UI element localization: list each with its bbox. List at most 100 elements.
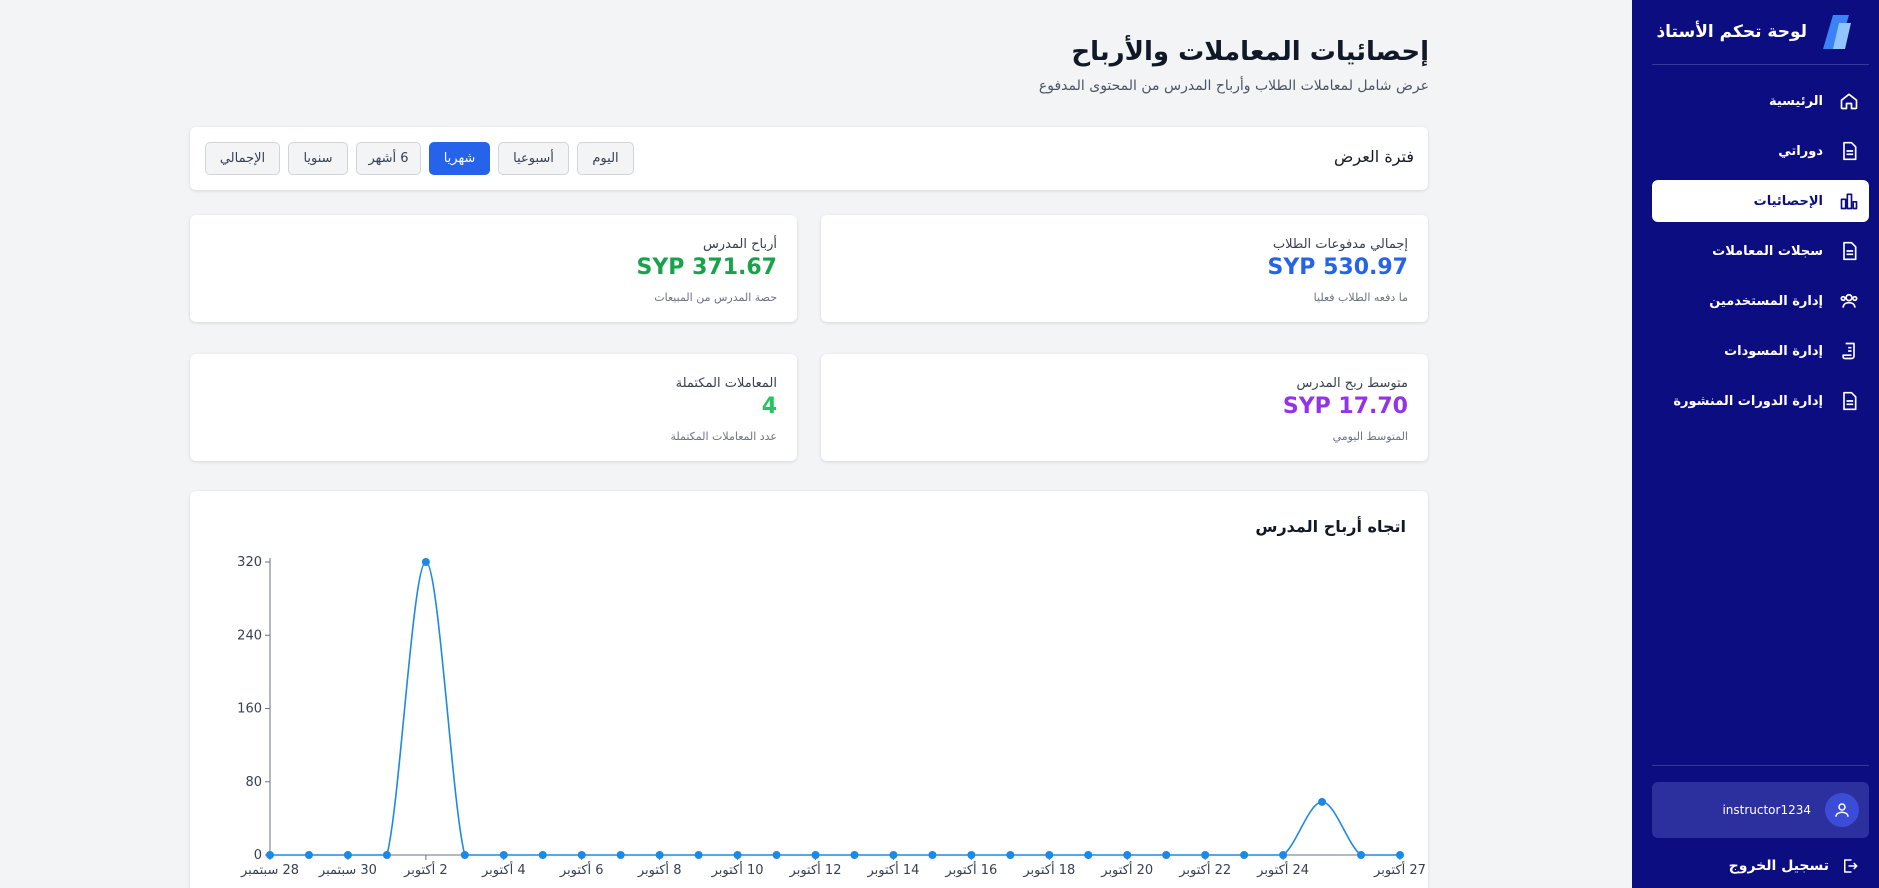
data-point xyxy=(928,851,937,859)
x-tick-label: 2 أكتوبر xyxy=(403,861,448,878)
sidebar-item-published-courses[interactable]: إدارة الدورات المنشورة xyxy=(1652,380,1869,422)
data-point xyxy=(1240,851,1249,859)
data-point xyxy=(811,851,820,859)
stat-card-total-payments: إجمالي مدفوعات الطلاب SYP 530.97 ما دفعه… xyxy=(821,215,1428,322)
bar-chart-icon xyxy=(1840,193,1858,210)
users-icon xyxy=(1840,293,1858,308)
period-button-6-months[interactable]: 6 أشهر xyxy=(356,142,421,175)
sidebar-item-statistics[interactable]: الإحصائيات xyxy=(1652,180,1869,222)
period-button-monthly[interactable]: شهريا xyxy=(429,142,490,175)
stat-note: عدد المعاملات المكتملة xyxy=(670,430,777,443)
sidebar-divider xyxy=(1652,64,1869,65)
page-title: إحصائيات المعاملات والأرباح xyxy=(1071,37,1429,67)
x-tick-label: 6 أكتوبر xyxy=(559,861,604,878)
sidebar-item-drafts[interactable]: إدارة المسودات xyxy=(1652,330,1869,372)
data-point xyxy=(304,851,313,859)
data-point xyxy=(343,851,352,859)
series-line xyxy=(270,561,1401,856)
period-button-total[interactable]: الإجمالي xyxy=(205,142,280,175)
logout-icon xyxy=(1844,859,1858,873)
sidebar-item-label: سجلات المعاملات xyxy=(1712,243,1823,259)
data-point xyxy=(1006,851,1015,859)
sidebar-item-user-management[interactable]: إدارة المستخدمين xyxy=(1652,280,1869,322)
stat-note: ما دفعه الطلاب فعليا xyxy=(1313,291,1408,304)
period-selector-card: فترة العرض الإجمالي سنويا 6 أشهر شهريا أ… xyxy=(190,127,1428,190)
stat-card-instructor-earnings: أرباح المدرس SYP 371.67 حصة المدرس من ال… xyxy=(190,215,797,322)
user-name: instructor1234 xyxy=(1722,803,1811,817)
data-point xyxy=(1045,851,1054,859)
avatar xyxy=(1825,793,1859,827)
x-tick-label: 24 أكتوبر xyxy=(1256,861,1309,878)
y-tick-label: 240 xyxy=(237,628,262,643)
document-icon xyxy=(1843,141,1857,161)
data-point xyxy=(655,851,664,859)
y-tick-label: 320 xyxy=(237,555,262,570)
home-icon xyxy=(1840,93,1858,110)
y-tick-label: 80 xyxy=(245,775,262,790)
data-point xyxy=(733,851,742,859)
stat-value: SYP 371.67 xyxy=(636,255,777,280)
sidebar-item-my-courses[interactable]: دوراتي xyxy=(1652,130,1869,172)
sidebar-item-transaction-logs[interactable]: سجلات المعاملات xyxy=(1652,230,1869,272)
x-tick-label: 4 أكتوبر xyxy=(481,861,526,878)
earnings-trend-chart: 0 80 160 240 320 28 سبتمبر 30 سبتمبر 2 أكتوبر 4 … xyxy=(237,555,1426,878)
x-tick-label: 14 أكتوبر xyxy=(866,861,919,878)
data-point xyxy=(1201,851,1210,859)
sidebar-item-home[interactable]: الرئيسية xyxy=(1652,80,1869,122)
data-point xyxy=(1123,851,1132,859)
sidebar-item-label: الرئيسية xyxy=(1768,93,1823,109)
x-tick-label: 20 أكتوبر xyxy=(1100,861,1153,878)
user-icon xyxy=(1835,803,1849,817)
data-point xyxy=(889,851,898,859)
period-button-weekly[interactable]: أسبوعيا xyxy=(498,142,569,175)
stat-value: SYP 530.97 xyxy=(1267,255,1408,280)
y-tick-label: 160 xyxy=(237,702,262,717)
sidebar-item-label: إدارة الدورات المنشورة xyxy=(1673,393,1823,409)
sidebar-nav: الرئيسية دوراتي الإحصائيات سجلات المعامل… xyxy=(1652,80,1869,430)
x-tick-label: 8 أكتوبر xyxy=(637,861,682,878)
data-point xyxy=(1084,851,1093,859)
user-card[interactable]: instructor1234 xyxy=(1652,782,1869,838)
y-tick-label: 0 xyxy=(254,848,262,863)
stat-card-average-earnings: متوسط ربح المدرس SYP 17.70 المتوسط اليوم… xyxy=(821,354,1428,461)
stat-value: 4 xyxy=(761,394,777,419)
brand-title: لوحة تحكم الأستاذ xyxy=(1656,22,1807,42)
x-tick-label: 10 أكتوبر xyxy=(711,861,764,878)
data-point xyxy=(850,851,859,859)
data-point xyxy=(1357,851,1366,859)
data-point xyxy=(967,851,976,859)
stat-note: حصة المدرس من المبيعات xyxy=(654,291,777,304)
x-tick-label: 16 أكتوبر xyxy=(944,861,997,878)
period-button-today[interactable]: اليوم xyxy=(577,142,634,175)
logout-label: تسجيل الخروج xyxy=(1728,858,1829,874)
data-point xyxy=(616,851,625,859)
x-tick-label: 22 أكتوبر xyxy=(1178,861,1231,878)
data-point xyxy=(382,851,391,859)
brand[interactable]: لوحة تحكم الأستاذ xyxy=(1656,10,1853,54)
document-icon xyxy=(1843,391,1857,411)
stat-value: SYP 17.70 xyxy=(1282,394,1408,419)
data-point xyxy=(1396,851,1404,859)
sidebar-divider xyxy=(1652,765,1869,766)
data-point xyxy=(538,851,547,859)
earnings-trend-chart-card: اتجاه أرباح المدرس 0 80 160 240 320 28 سبتمبر… xyxy=(190,491,1428,888)
sidebar: لوحة تحكم الأستاذ الرئيسية دوراتي الإحصا… xyxy=(1632,0,1879,888)
period-buttons: الإجمالي سنويا 6 أشهر شهريا أسبوعيا اليو… xyxy=(205,142,634,175)
data-point xyxy=(266,851,274,859)
sidebar-item-label: دوراتي xyxy=(1778,143,1823,159)
document-icon xyxy=(1843,241,1857,261)
data-point xyxy=(1279,851,1288,859)
period-button-yearly[interactable]: سنويا xyxy=(288,142,348,175)
sidebar-item-label: إدارة المستخدمين xyxy=(1709,293,1823,309)
data-point xyxy=(1318,797,1327,806)
stat-label: المعاملات المكتملة xyxy=(675,376,777,391)
period-label: فترة العرض xyxy=(1334,147,1414,166)
page-subtitle: عرض شامل لمعاملات الطلاب وأرباح المدرس م… xyxy=(1038,78,1429,94)
data-point xyxy=(421,558,430,566)
x-tick-label: 27 أكتوبر xyxy=(1373,861,1426,878)
sidebar-item-label: الإحصائيات xyxy=(1753,193,1823,209)
logout-button[interactable]: تسجيل الخروج xyxy=(1729,857,1859,875)
data-point xyxy=(577,851,586,859)
data-point xyxy=(499,851,508,859)
logo-icon xyxy=(1823,15,1851,49)
